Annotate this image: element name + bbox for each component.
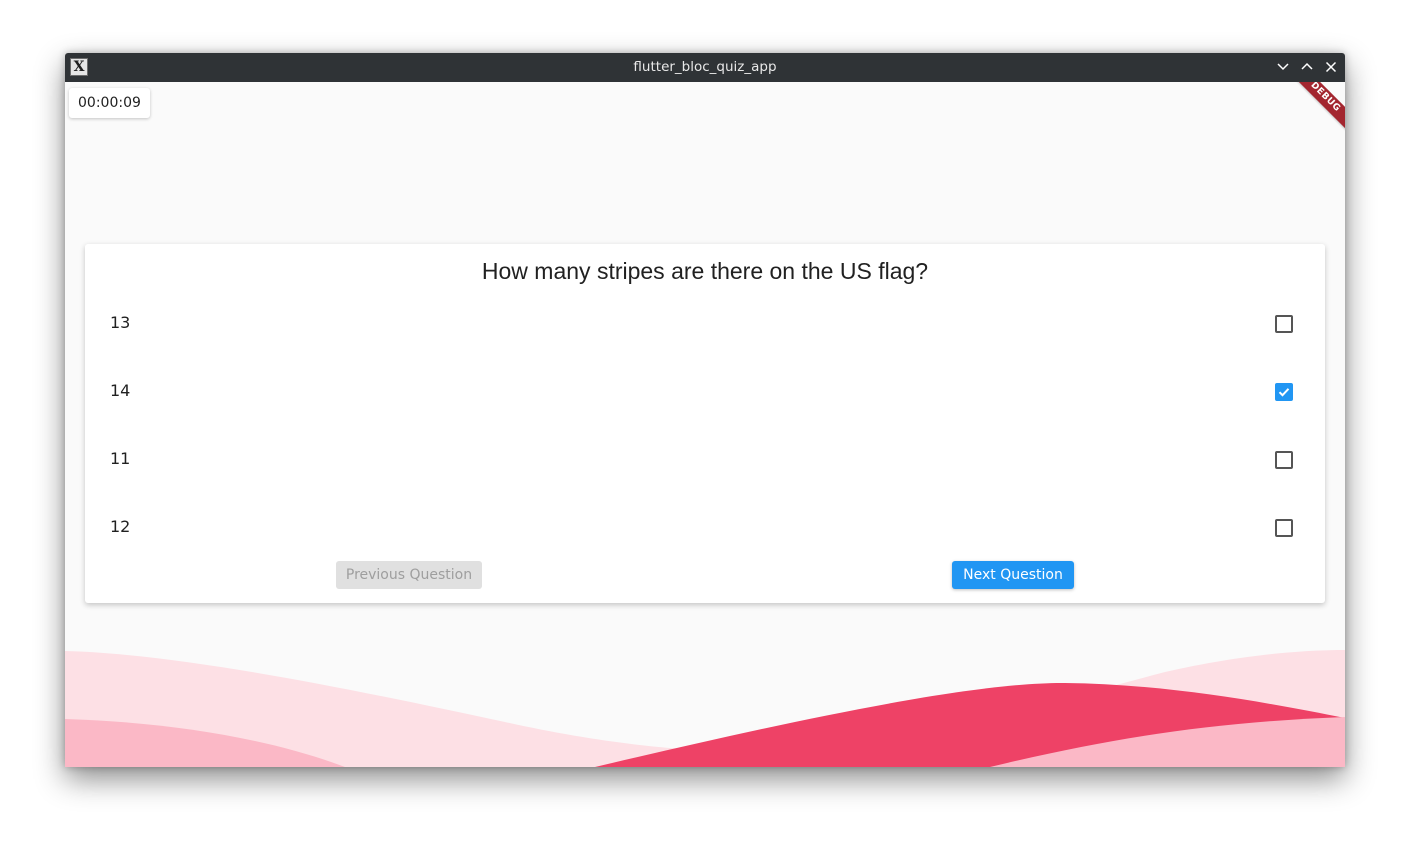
answer-label: 12 (110, 517, 131, 536)
answer-label: 11 (110, 449, 131, 468)
answer-label: 13 (110, 313, 131, 332)
minimize-icon[interactable] (1275, 59, 1291, 75)
answer-option[interactable]: 12 (85, 507, 1325, 547)
answer-option[interactable]: 11 (85, 439, 1325, 479)
answer-option[interactable]: 14 (85, 371, 1325, 411)
answer-label: 14 (110, 381, 131, 400)
window-title: flutter_bloc_quiz_app (633, 59, 777, 75)
answer-option[interactable]: 13 (85, 303, 1325, 343)
next-question-button[interactable]: Next Question (952, 561, 1074, 589)
debug-banner: DEBUG (1284, 82, 1345, 139)
answer-checkbox[interactable] (1275, 519, 1293, 537)
close-icon[interactable] (1323, 59, 1339, 75)
question-text: How many stripes are there on the US fla… (481, 258, 929, 284)
app-content: 00:00:09 DEBUG How many stripes are ther… (65, 82, 1345, 767)
title-bar[interactable]: X flutter_bloc_quiz_app (65, 53, 1345, 82)
answer-checkbox[interactable] (1275, 383, 1293, 401)
elapsed-timer: 00:00:09 (69, 88, 150, 118)
maximize-icon[interactable] (1299, 59, 1315, 75)
question-card: How many stripes are there on the US fla… (85, 244, 1325, 603)
answer-checkbox[interactable] (1275, 451, 1293, 469)
app-window: X flutter_bloc_quiz_app 00:00:09 DEBUG H… (65, 53, 1345, 767)
answer-checkbox[interactable] (1275, 315, 1293, 333)
decorative-waves (65, 650, 1345, 767)
checkmark-icon (1278, 388, 1290, 397)
previous-question-button[interactable]: Previous Question (336, 561, 482, 589)
